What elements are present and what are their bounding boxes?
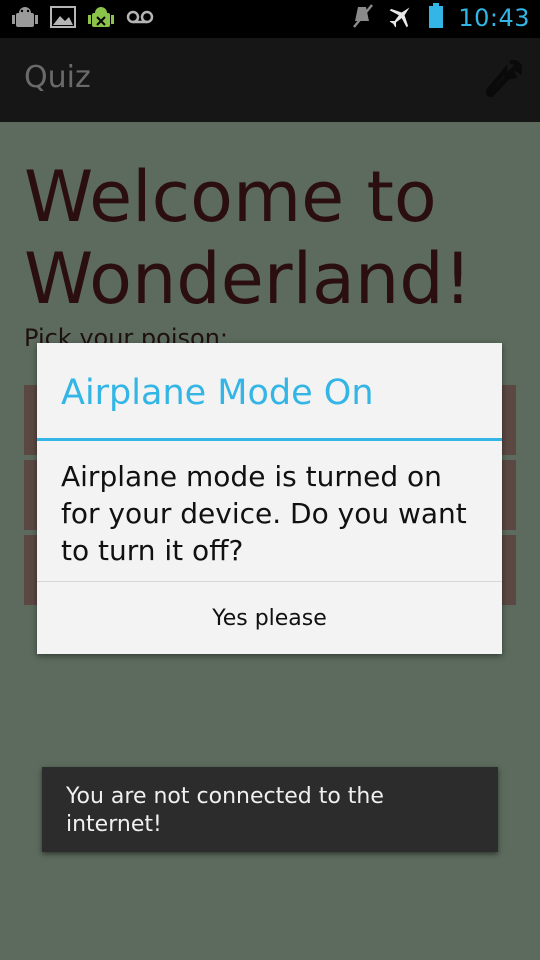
dialog-title-divider <box>37 438 502 441</box>
status-time: 10:43 <box>458 4 530 32</box>
battery-icon <box>428 3 444 33</box>
android-usb-icon <box>88 5 114 33</box>
welcome-heading: Welcome to Wonderland! <box>24 156 472 320</box>
status-bar: 10:43 <box>0 0 540 38</box>
action-bar: Quiz <box>0 38 540 124</box>
notification-icons <box>12 5 154 33</box>
image-icon <box>50 5 76 33</box>
app-title: Quiz <box>24 60 91 95</box>
wrench-icon[interactable] <box>484 59 523 104</box>
android-debug-icon <box>12 5 38 33</box>
voicemail-icon <box>126 5 154 33</box>
dialog-title: Airplane Mode On <box>61 373 374 413</box>
yes-please-button[interactable]: Yes please <box>37 582 502 654</box>
toast-message: You are not connected to the internet! <box>42 767 498 852</box>
airplane-mode-dialog: Airplane Mode On Airplane mode is turned… <box>37 343 502 654</box>
airplane-icon <box>388 3 414 33</box>
system-icons: 10:43 <box>352 3 530 33</box>
dialog-message: Airplane mode is turned on for your devi… <box>61 460 467 567</box>
mute-icon <box>352 3 374 33</box>
